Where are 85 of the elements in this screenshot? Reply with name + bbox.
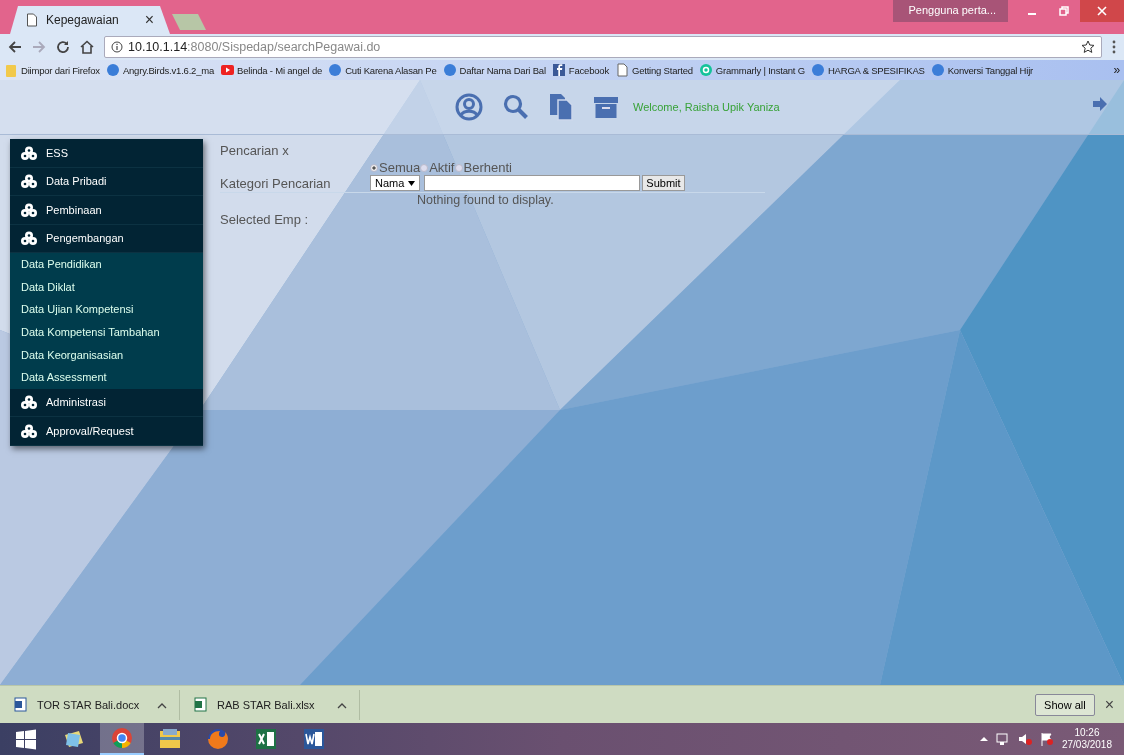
cogs-icon xyxy=(20,423,38,438)
sidebar-subitem[interactable]: Data Kompetensi Tambahan xyxy=(10,320,203,344)
address-bar[interactable]: 10.10.1.14:8080/Sispedap/searchPegawai.do xyxy=(104,36,1102,58)
user-icon[interactable] xyxy=(455,93,483,121)
sidebar-subitem[interactable]: Data Ujian Kompetensi xyxy=(10,298,203,321)
caret-icon xyxy=(408,180,416,186)
download-item[interactable]: TOR STAR Bali.docx xyxy=(0,689,180,720)
grammarly-icon xyxy=(698,62,713,78)
close-button[interactable]: × xyxy=(1104,695,1114,714)
reload-icon[interactable] xyxy=(56,40,70,54)
word-file-icon xyxy=(14,697,27,712)
bookmark[interactable]: Angry.Birds.v1.6.2_ma xyxy=(105,62,215,78)
info-icon xyxy=(111,41,123,53)
selected-label: Selected Emp : xyxy=(220,212,309,227)
word-icon xyxy=(302,727,326,751)
close-icon[interactable] xyxy=(1097,6,1107,16)
chrome-icon xyxy=(110,726,134,750)
page-icon xyxy=(614,62,629,78)
field-label: Kategori Pencarian xyxy=(220,175,332,191)
facebook-icon xyxy=(551,62,566,78)
bookmark[interactable]: Daftar Nama Dari Bal xyxy=(442,62,546,78)
profile-button[interactable]: Pengguna perta... xyxy=(892,0,1008,22)
search-title: Pencarian x xyxy=(220,143,289,158)
site-icon xyxy=(810,62,825,78)
download-item[interactable]: RAB STAR Bali.xlsx xyxy=(180,689,360,720)
site-icon xyxy=(328,62,343,78)
bookmark[interactable]: Getting Started xyxy=(614,62,693,78)
sidebar-subitem[interactable]: Data Assessment xyxy=(10,365,203,389)
search-field[interactable] xyxy=(424,175,641,191)
radio-option[interactable]: Aktif xyxy=(420,160,455,175)
cogs-icon xyxy=(20,395,38,410)
restore-icon[interactable] xyxy=(1059,6,1069,16)
star-icon[interactable] xyxy=(1081,40,1095,54)
welcome-text: Welcome, Raisha Upik Yaniza xyxy=(633,101,780,113)
windows-icon xyxy=(14,727,38,751)
tray-arrow-icon[interactable] xyxy=(979,736,988,742)
archive-icon[interactable] xyxy=(593,94,619,120)
sidebar-item[interactable]: Pembinaan xyxy=(10,196,203,225)
flag-icon[interactable] xyxy=(1039,732,1054,746)
excel-file-icon xyxy=(194,697,207,712)
close-tab-button[interactable]: × xyxy=(144,11,154,29)
radio-option[interactable]: Berhenti xyxy=(454,160,512,175)
bookmark[interactable]: HARGA & SPESIFIKAS xyxy=(810,62,925,78)
search-icon[interactable] xyxy=(503,94,529,120)
sidebar-item[interactable]: Administrasi xyxy=(10,388,203,418)
bookmark[interactable]: Facebook xyxy=(551,62,609,78)
documents-icon[interactable] xyxy=(549,93,573,121)
bookmark[interactable]: Grammarly | Instant G xyxy=(698,62,805,78)
site-icon xyxy=(105,62,120,78)
cogs-icon xyxy=(20,174,38,189)
site-icon xyxy=(930,62,945,78)
sidebar-item[interactable]: Data Pribadi xyxy=(10,167,203,196)
folder-icon xyxy=(4,62,18,78)
logout-icon[interactable] xyxy=(1092,96,1108,112)
site-icon xyxy=(442,62,457,78)
back-icon[interactable] xyxy=(8,40,22,54)
firefox-icon xyxy=(206,727,230,751)
page-icon xyxy=(26,13,38,27)
volume-icon[interactable] xyxy=(1017,732,1032,746)
submit-button[interactable]: Submit xyxy=(642,175,685,191)
sidebar-subitem[interactable]: Data Diklat xyxy=(10,275,203,299)
bookmark[interactable]: Diimpor dari Firefox xyxy=(4,62,100,78)
home-icon[interactable] xyxy=(80,40,94,54)
empty-message: Nothing found to display. xyxy=(417,193,554,207)
bookmark[interactable]: Cuti Karena Alasan Pe xyxy=(328,62,437,78)
cogs-icon xyxy=(20,145,38,160)
folder-icon xyxy=(158,727,182,751)
bookmark[interactable]: Belinda - Mi angel de xyxy=(220,62,323,78)
cogs-icon xyxy=(20,231,38,246)
show-all-button[interactable]: Show all xyxy=(1035,693,1095,716)
bookmark[interactable]: Konversi Tanggal Hijr xyxy=(930,62,1034,78)
sidebar-subitem[interactable]: Data Pendidikan xyxy=(10,253,203,276)
sidebar-subitem[interactable]: Data Keorganisasian xyxy=(10,343,203,366)
clock[interactable]: 10:26 27/03/2018 xyxy=(1061,727,1112,751)
excel-icon xyxy=(254,727,278,751)
radio-option[interactable]: Semua xyxy=(370,160,421,175)
network-icon[interactable] xyxy=(995,732,1010,746)
sidebar-item[interactable]: Approval/Request xyxy=(10,417,203,446)
menu-icon[interactable] xyxy=(1112,40,1116,54)
more-bookmarks-button[interactable]: » xyxy=(1113,63,1120,77)
sidebar-item[interactable]: ESS xyxy=(10,139,203,168)
cogs-icon xyxy=(20,202,38,217)
category-dropdown[interactable]: Nama xyxy=(370,175,421,191)
browser-tab[interactable]: Kepegawaian × xyxy=(10,6,170,34)
play-icon xyxy=(220,62,235,78)
